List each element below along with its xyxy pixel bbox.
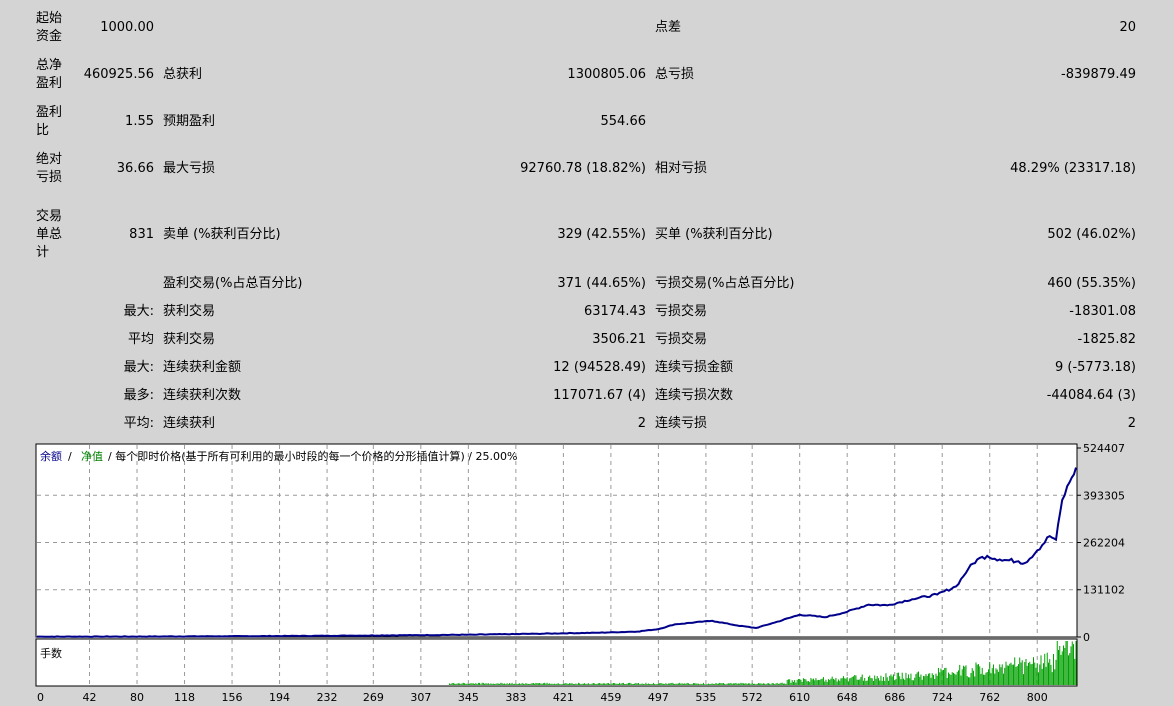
row-value-2: 502 (46.02%) (1047, 227, 1136, 242)
row-value: 最多: (123, 388, 154, 403)
row-value: 平均: (123, 416, 154, 431)
row-value: 831 (129, 227, 154, 242)
x-tick-label: 80 (130, 691, 144, 704)
x-tick-label: 459 (600, 691, 621, 704)
row-value: 36.66 (116, 161, 154, 176)
x-tick-label: 686 (884, 691, 905, 704)
row-key-2: 连续亏损金额 (655, 360, 734, 375)
row-value-1: 2 (637, 416, 646, 431)
row-value: 460925.56 (83, 67, 154, 82)
x-tick-label: 0 (37, 691, 44, 704)
chart-header-balance: 余额 (40, 449, 62, 463)
row-key-1: 最大亏损 (163, 161, 216, 176)
row-key-2: 总亏损 (655, 67, 695, 82)
chart-header-equity: 净值 (81, 449, 103, 463)
x-tick-label: 421 (553, 691, 574, 704)
row-value-1: 117071.67 (4) (553, 388, 646, 403)
main-plot-frame (35, 443, 1078, 638)
row-value-1: 554.66 (600, 114, 647, 129)
row-value-2: -839879.49 (1061, 67, 1136, 82)
x-tick-label: 345 (458, 691, 479, 704)
row-value-2: 20 (1119, 20, 1136, 35)
row-value-2: 2 (1127, 416, 1136, 431)
row-value-1: 329 (42.55%) (557, 227, 646, 242)
x-tick-label: 269 (363, 691, 384, 704)
x-tick-label: 572 (742, 691, 763, 704)
x-tick-label: 497 (648, 691, 669, 704)
row-value-2: -18301.08 (1069, 304, 1136, 319)
row-key-2: 连续亏损次数 (655, 388, 734, 403)
x-axis-ticks: 0 42 80 118 156 194 232 269 307 345 383 421 459 497 53… (37, 691, 1048, 704)
x-tick-label: 307 (410, 691, 431, 704)
y-tick-label: 393305 (1083, 489, 1125, 502)
y-tick-label: 131102 (1083, 584, 1125, 597)
x-tick-label: 118 (174, 691, 195, 704)
row-key-1: 预期盈利 (163, 114, 216, 129)
row-value-1: 12 (94528.49) (553, 360, 646, 375)
row-key-1: 盈利交易(%占总百分比) (163, 276, 303, 291)
y-axis-ticks: 0 131102 262204 393305 524407 (1077, 442, 1125, 644)
row-value-1: 3506.21 (592, 332, 646, 347)
y-tick-label: 0 (1083, 631, 1090, 644)
row-key-2: 亏损交易 (655, 304, 708, 319)
balance-chart: 余额 / 净值 / 每个即时价格(基于所有可利用的最小时段的每一个价格的分形插值… (35, 442, 1125, 704)
row-key-2: 亏损交易 (655, 332, 708, 347)
chart-header-sep: / (68, 450, 72, 463)
row-key-2: 亏损交易(%占总百分比) (655, 276, 795, 291)
row-value-2: 9 (-5773.18) (1055, 360, 1136, 375)
x-tick-label: 194 (269, 691, 290, 704)
row-value-1: 63174.43 (583, 304, 646, 319)
row-value: 平均 (127, 332, 154, 347)
row-value-2: -1825.82 (1077, 332, 1136, 347)
row-value-1: 371 (44.65%) (557, 276, 646, 291)
y-tick-label: 262204 (1083, 536, 1125, 549)
row-value-2: -44084.64 (3) (1046, 388, 1136, 403)
row-value: 1000.00 (100, 20, 154, 35)
row-key-2: 连续亏损 (655, 416, 708, 431)
lots-label: 手数 (40, 646, 62, 660)
row-key-1: 连续获利次数 (163, 388, 242, 403)
x-tick-label: 610 (789, 691, 810, 704)
row-value: 最大: (123, 360, 154, 375)
x-tick-label: 762 (979, 691, 1000, 704)
row-key-1: 总获利 (163, 67, 203, 82)
x-tick-label: 648 (837, 691, 858, 704)
x-tick-label: 800 (1027, 691, 1048, 704)
row-key-1: 获利交易 (163, 304, 216, 319)
y-tick-label: 524407 (1083, 442, 1125, 455)
row-value-2: 460 (55.35%) (1047, 276, 1136, 291)
row-value-1: 1300805.06 (567, 67, 646, 82)
x-tick-label: 535 (695, 691, 716, 704)
row-key-1: 连续获利金额 (163, 360, 242, 375)
row-value-2: 48.29% (23317.18) (1010, 161, 1136, 176)
x-tick-label: 232 (317, 691, 338, 704)
row-key-2: 买单 (%获利百分比) (655, 227, 773, 242)
row-value: 最大: (123, 304, 154, 319)
x-tick-label: 383 (505, 691, 526, 704)
row-key-1: 获利交易 (163, 332, 216, 347)
row-value: 1.55 (125, 114, 154, 129)
x-tick-label: 724 (932, 691, 953, 704)
row-key-2: 相对亏损 (655, 161, 708, 176)
x-tick-label: 156 (222, 691, 243, 704)
row-value-1: 92760.78 (18.82%) (520, 161, 646, 176)
row-key-2: 点差 (655, 20, 682, 35)
x-tick-label: 42 (83, 691, 97, 704)
chart-header-desc: / 每个即时价格(基于所有可利用的最小时段的每一个价格的分形插值计算) / 25… (108, 449, 517, 463)
row-key-1: 连续获利 (163, 416, 216, 431)
row-key-1: 卖单 (%获利百分比) (163, 227, 281, 242)
